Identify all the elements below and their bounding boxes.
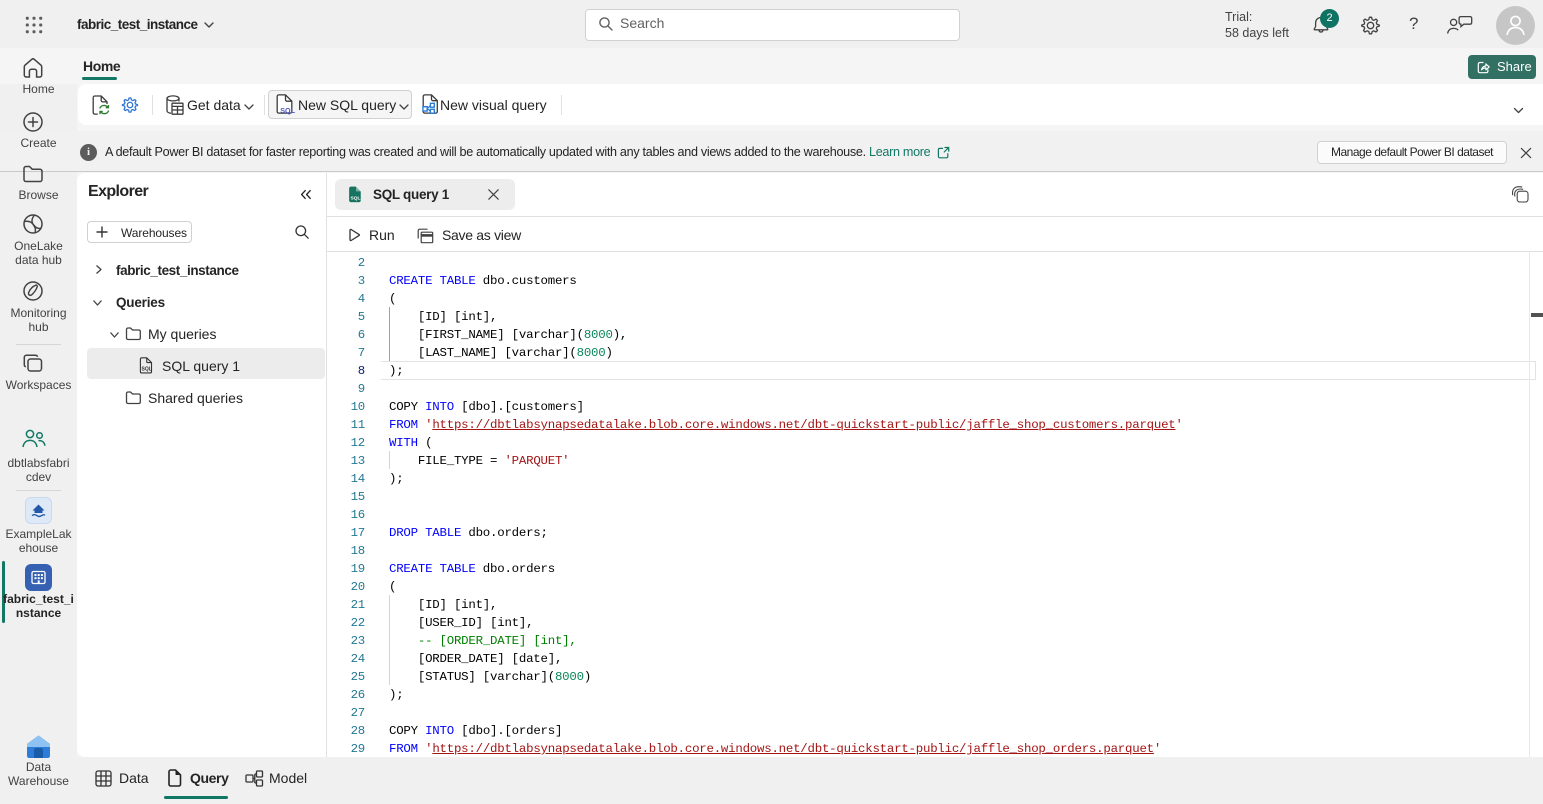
svg-text:SQL: SQL [351, 196, 361, 202]
svg-text:SQL: SQL [280, 106, 295, 115]
svg-text:SQL: SQL [142, 367, 152, 373]
